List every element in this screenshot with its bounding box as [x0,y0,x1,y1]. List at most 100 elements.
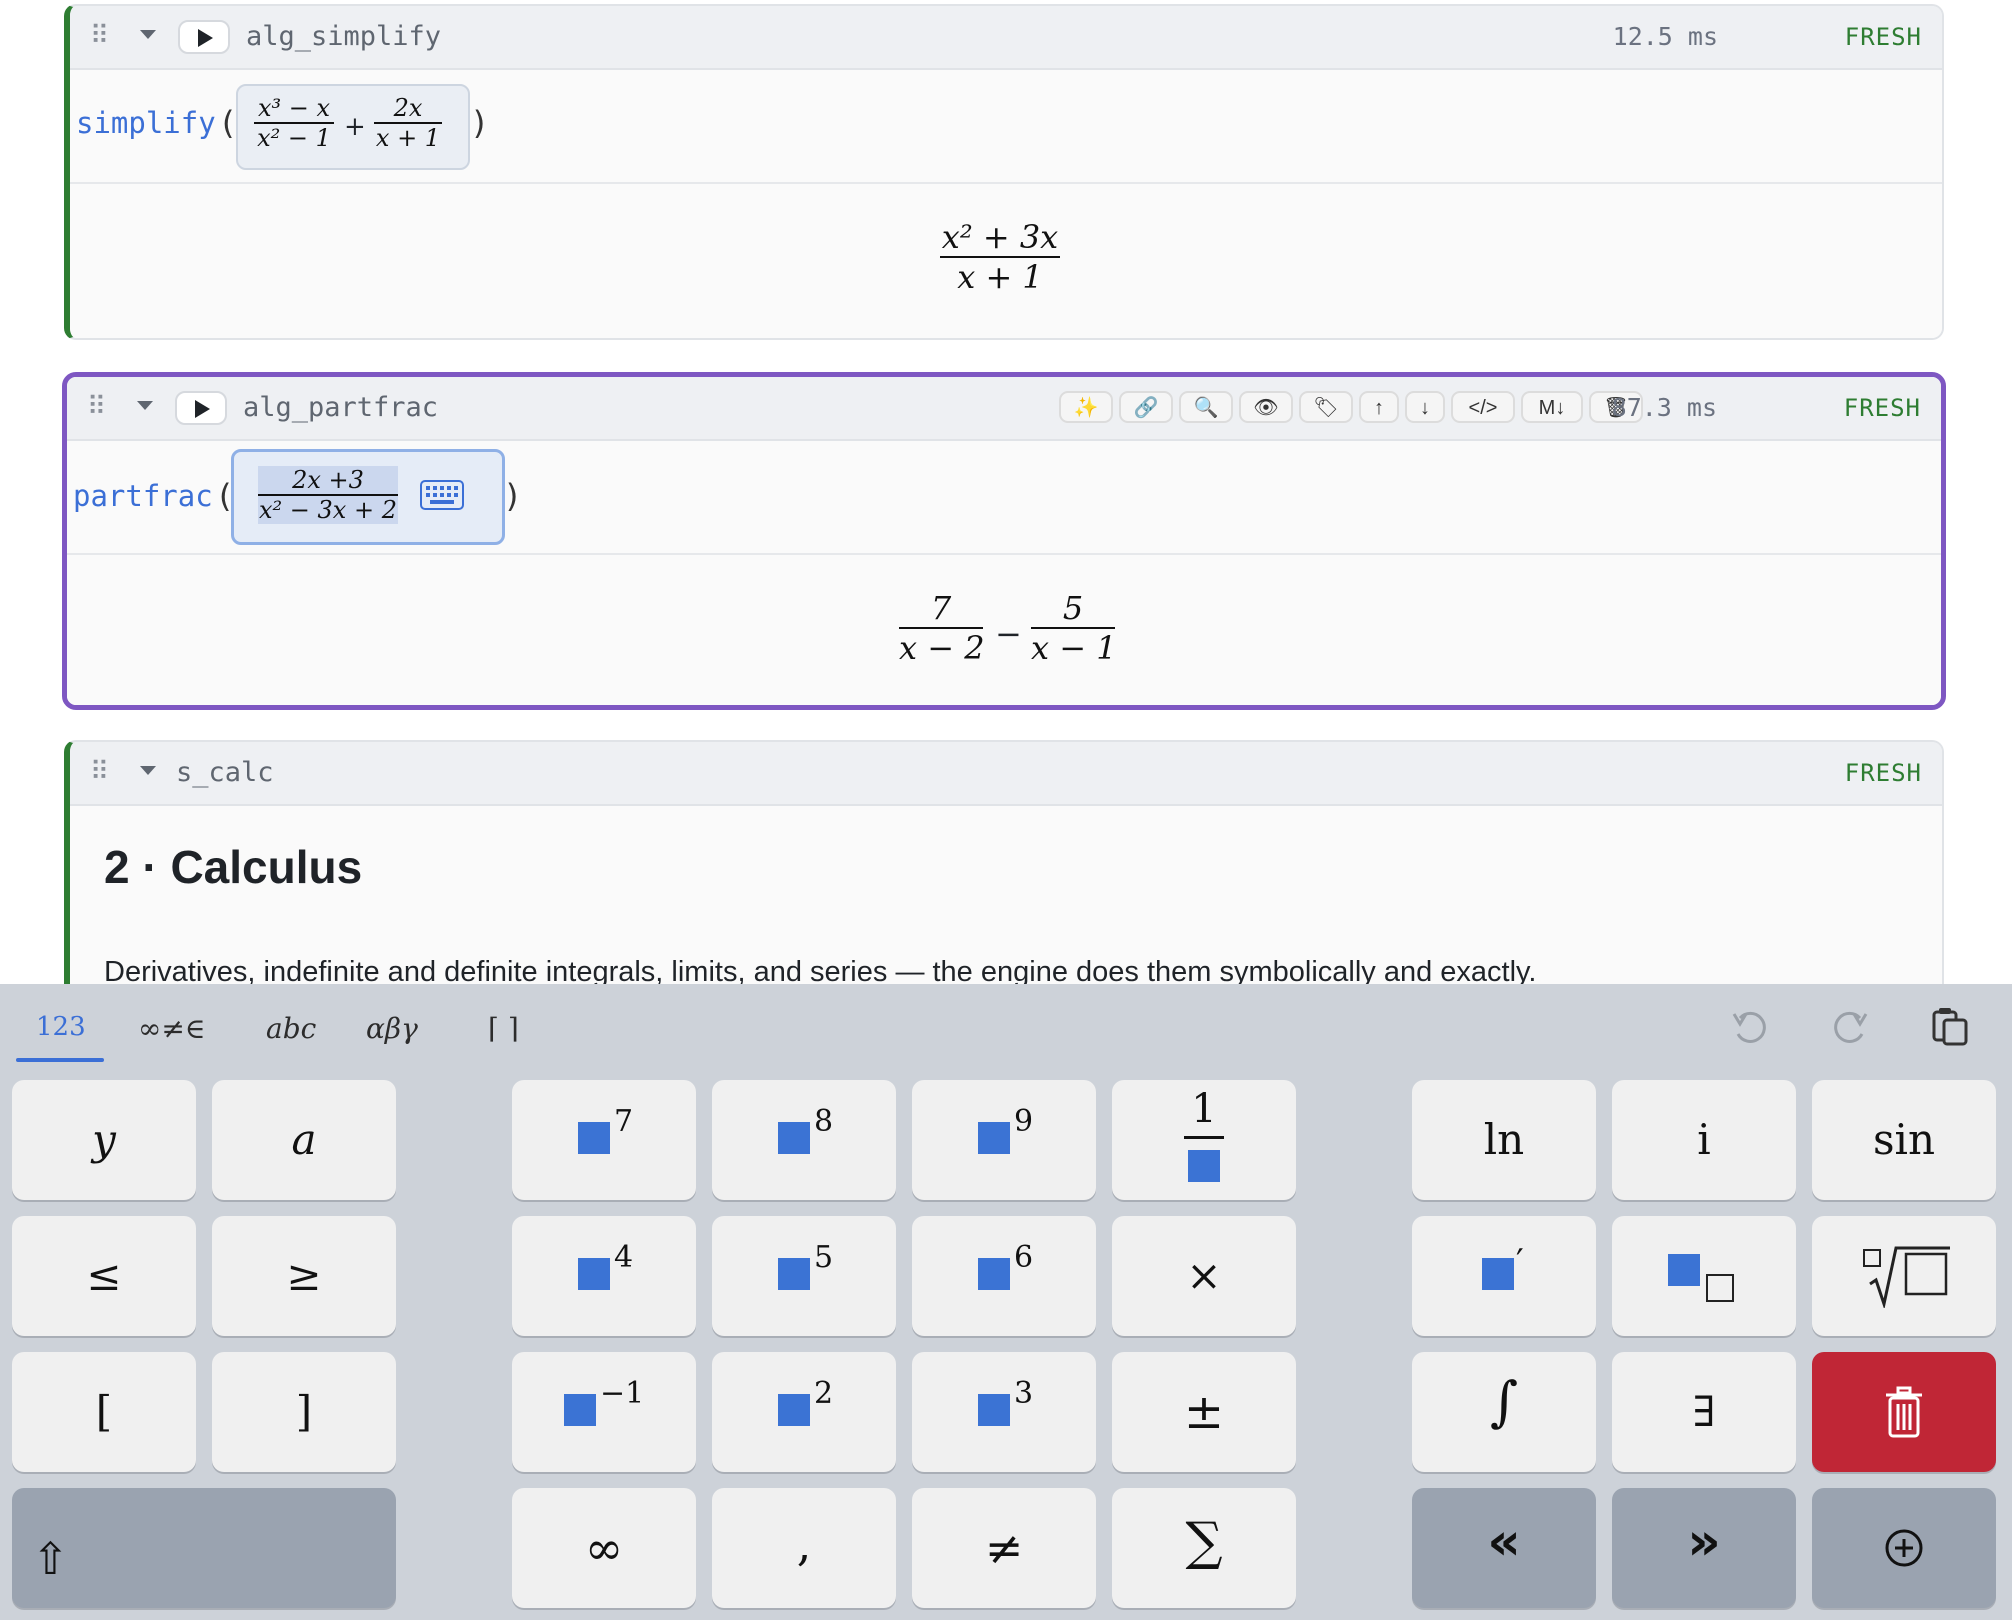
clipboard-icon[interactable] [1928,1004,1972,1048]
markdown-icon[interactable]: M↓ [1521,391,1583,423]
empty-placeholder-icon [1706,1274,1734,1302]
key-inverse[interactable]: −1 [512,1352,696,1472]
key-y[interactable]: y [12,1080,196,1200]
placeholder-icon [778,1122,810,1154]
tab-greek[interactable]: αβγ [366,1012,418,1045]
key-right-bracket[interactable]: ] [212,1352,396,1472]
redo-icon[interactable] [1828,1004,1872,1048]
run-button[interactable] [178,20,230,54]
key-nth-root[interactable] [1812,1216,1996,1336]
move-down-icon[interactable]: ↓ [1405,391,1445,423]
cell-header: ⠿ s_calc FRESH [70,742,1942,806]
tag-icon[interactable]: 🏷 [1299,391,1353,423]
minus-operator: − [995,615,1022,653]
nth-root-icon [1863,1246,1950,1308]
tab-symbols[interactable]: ∞≠∈ [138,1012,206,1045]
key-shift[interactable]: ⇧ [12,1488,396,1608]
search-icon[interactable]: 🔍 [1179,391,1233,423]
cell-name: alg_simplify [246,21,442,52]
key-power-9[interactable]: 9 [912,1080,1096,1200]
placeholder-icon [978,1394,1010,1426]
key-less-equal[interactable]: ≤ [12,1216,196,1336]
collapse-caret-icon[interactable] [137,401,153,410]
key-sum[interactable]: ∑ [1112,1488,1296,1608]
key-move-right[interactable]: » [1612,1488,1796,1608]
key-reciprocal[interactable]: 1 [1112,1080,1296,1200]
output-fraction-2: 5 x − 1 [1031,589,1117,667]
drag-handle-icon[interactable]: ⠿ [87,391,106,422]
close-paren: ) [503,477,523,515]
drag-handle-icon[interactable]: ⠿ [90,20,109,51]
cell-output: 7 x − 2 − 5 x − 1 [67,555,1941,705]
placeholder-icon [564,1394,596,1426]
key-power-7[interactable]: 7 [512,1080,696,1200]
placeholder-icon [578,1122,610,1154]
plus-operator: + [344,112,366,142]
math-input-field[interactable]: x³ − x x² − 1 + 2x x + 1 [236,84,470,170]
key-ln[interactable]: ln [1412,1080,1596,1200]
input-fraction-selected[interactable]: 2x +3 x² − 3x + 2 [258,466,398,524]
cell-alg-simplify[interactable]: ⠿ alg_simplify 12.5 ms FRESH simplify ( … [64,4,1944,340]
tab-alphabetic[interactable]: abc [266,1012,316,1045]
key-multiply[interactable]: × [1112,1216,1296,1336]
key-power-8[interactable]: 8 [712,1080,896,1200]
selected-tab-indicator [16,1058,104,1062]
key-left-bracket[interactable]: [ [12,1352,196,1472]
key-plus-minus[interactable]: ± [1112,1352,1296,1472]
placeholder-icon [778,1258,810,1290]
key-sin[interactable]: sin [1812,1080,1996,1200]
close-paren: ) [470,104,490,142]
key-a[interactable]: a [212,1080,396,1200]
cell-header: ⠿ alg_simplify 12.5 ms FRESH [70,6,1942,70]
cell-timing: 12.5 ms [1612,22,1718,51]
key-not-equal[interactable]: ≠ [912,1488,1096,1608]
key-move-left[interactable]: « [1412,1488,1596,1608]
cell-output: x² + 3x x + 1 [70,184,1942,338]
key-cube[interactable]: 3 [912,1352,1096,1472]
status-badge: FRESH [1844,759,1922,787]
key-imaginary-i[interactable]: i [1612,1080,1796,1200]
code-icon[interactable]: </> [1451,391,1515,423]
placeholder-icon [1668,1254,1700,1286]
key-comma[interactable]: , [712,1488,896,1608]
keyboard-toggle-icon[interactable] [420,480,464,510]
tab-numeric[interactable]: 123 [36,1012,86,1042]
collapse-caret-icon[interactable] [140,30,156,39]
placeholder-icon [978,1122,1010,1154]
key-power-6[interactable]: 6 [912,1216,1096,1336]
key-integral[interactable]: ∫ [1412,1352,1596,1472]
key-power-5[interactable]: 5 [712,1216,896,1336]
key-insert[interactable] [1812,1488,1996,1608]
function-name: partfrac [73,479,213,513]
key-exists[interactable]: ∃ [1612,1352,1796,1472]
key-greater-equal[interactable]: ≥ [212,1216,396,1336]
undo-icon[interactable] [1728,1004,1772,1048]
key-power-4[interactable]: 4 [512,1216,696,1336]
function-name: simplify [76,106,216,140]
input-fraction-1: x³ − x x² − 1 [254,94,334,152]
cell-input[interactable]: simplify ( x³ − x x² − 1 + 2x x + 1 ) [70,70,1942,184]
tab-functions[interactable]: ⌈ ⌉ [488,1012,519,1045]
collapse-caret-icon[interactable] [140,766,156,775]
drag-handle-icon[interactable]: ⠿ [90,756,109,787]
cell-input[interactable]: partfrac ( 2x +3 x² − 3x + 2 ) [67,441,1941,555]
link-icon[interactable]: 🔗 [1119,391,1173,423]
eye-icon[interactable]: 👁 [1239,391,1293,423]
cell-alg-partfrac[interactable]: ⠿ alg_partfrac ✨ 🔗 🔍 👁 🏷 ↑ ↓ </> M↓ 🗑 87… [62,372,1946,710]
key-square[interactable]: 2 [712,1352,896,1472]
key-delete[interactable] [1812,1352,1996,1472]
math-virtual-keyboard: 123 ∞≠∈ abc αβγ ⌈ ⌉ y a ≤ ≥ [ ] ⇧ 7 8 9 … [0,984,2012,1620]
key-prime[interactable]: ′ [1412,1216,1596,1336]
cell-name: alg_partfrac [243,392,439,423]
key-infinity[interactable]: ∞ [512,1488,696,1608]
sparkle-icon[interactable]: ✨ [1059,391,1113,423]
key-subscript[interactable] [1612,1216,1796,1336]
output-fraction: x² + 3x x + 1 [940,218,1060,296]
trash-icon [1886,1386,1922,1438]
move-up-icon[interactable]: ↑ [1359,391,1399,423]
math-input-field[interactable]: 2x +3 x² − 3x + 2 [231,449,505,545]
run-button[interactable] [175,391,227,425]
status-badge: FRESH [1844,23,1922,51]
shift-icon: ⇧ [32,1534,69,1585]
output-fraction-1: 7 x − 2 [899,589,985,667]
